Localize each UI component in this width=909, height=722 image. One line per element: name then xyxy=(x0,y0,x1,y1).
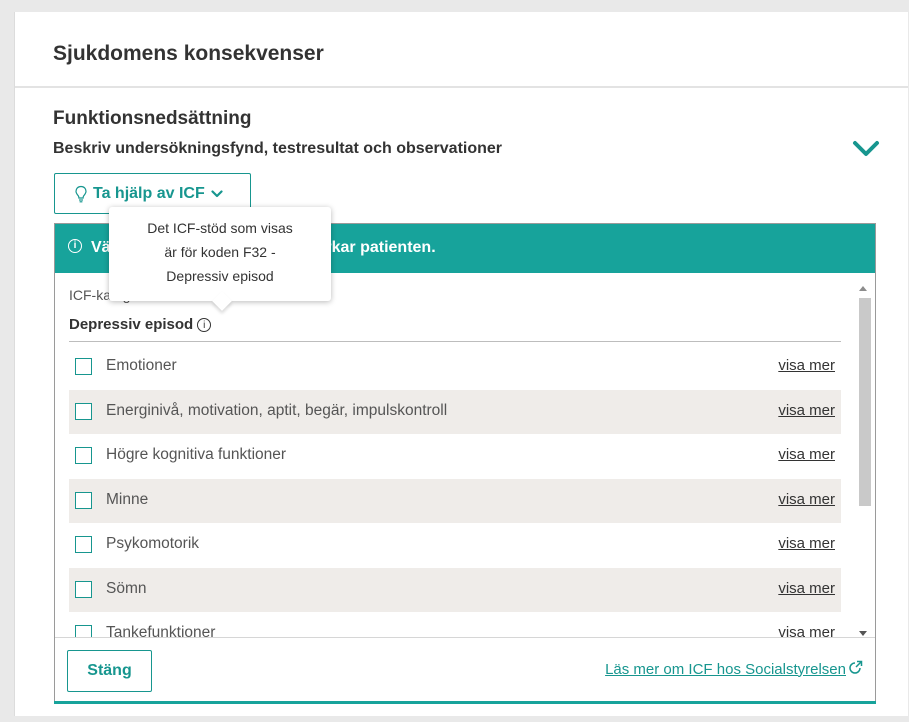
panel-accent-bar xyxy=(54,701,876,704)
category-name: Depressiv episod xyxy=(69,316,194,333)
tooltip-line: är för koden F32 - xyxy=(164,244,276,260)
list-item: Tankefunktioner visa mer xyxy=(69,612,841,637)
show-more-link[interactable]: visa mer xyxy=(778,535,835,552)
scroll-down-icon[interactable] xyxy=(859,631,867,636)
checkbox[interactable] xyxy=(75,625,92,637)
list-item: Minne visa mer xyxy=(69,478,841,523)
list-item: Emotioner visa mer xyxy=(69,345,841,390)
chevron-down-icon[interactable] xyxy=(851,136,881,160)
checkbox[interactable] xyxy=(75,491,92,509)
list-item-label: Tankefunktioner xyxy=(106,624,216,637)
show-more-link[interactable]: visa mer xyxy=(778,491,835,508)
show-more-link[interactable]: visa mer xyxy=(778,446,835,463)
category-heading: Depressiv episod i xyxy=(69,316,212,333)
list-item-label: Energinivå, motivation, aptit, begär, im… xyxy=(106,401,448,419)
section-subtitle: Funktionsnedsättning xyxy=(53,108,252,129)
list-item: Högre kognitiva funktioner visa mer xyxy=(69,434,841,479)
external-link-label: Läs mer om ICF hos Socialstyrelsen xyxy=(605,660,846,678)
section-header: Sjukdomens konsekvenser xyxy=(15,12,908,88)
tooltip-line: Depressiv episod xyxy=(166,268,274,284)
checkbox[interactable] xyxy=(75,447,92,464)
show-more-link[interactable]: visa mer xyxy=(778,624,835,637)
lightbulb-icon xyxy=(75,185,87,203)
external-link-icon xyxy=(849,660,863,678)
page-frame: Sjukdomens konsekvenser Funktionsnedsätt… xyxy=(14,12,908,716)
scroll-thumb[interactable] xyxy=(859,298,871,506)
category-scroll-area[interactable]: ICF-kategorier för: Depressiv episod i E… xyxy=(55,273,875,637)
divider xyxy=(69,341,841,342)
panel-footer: Stäng Läs mer om ICF hos Socialstyrelsen xyxy=(55,637,875,701)
checkbox[interactable] xyxy=(75,358,92,375)
list-item: Sömn visa mer xyxy=(69,567,841,612)
tooltip-line: Det ICF-stöd som visas xyxy=(147,220,293,236)
scroll-up-icon[interactable] xyxy=(859,286,867,291)
external-link[interactable]: Läs mer om ICF hos Socialstyrelsen xyxy=(605,660,863,678)
show-more-link[interactable]: visa mer xyxy=(778,580,835,597)
list-item-label: Emotioner xyxy=(106,357,177,374)
show-more-link[interactable]: visa mer xyxy=(778,402,835,419)
list-item-label: Sömn xyxy=(106,579,147,597)
checkbox[interactable] xyxy=(75,402,92,420)
info-icon[interactable]: i xyxy=(197,317,212,332)
scrollbar[interactable] xyxy=(856,286,872,636)
close-button[interactable]: Stäng xyxy=(67,650,152,692)
banner-text-start: Vä xyxy=(91,239,111,256)
info-icon: i xyxy=(68,239,82,253)
section-description: Beskriv undersökningsfynd, testresultat … xyxy=(53,140,503,157)
icf-help-label: Ta hjälp av ICF xyxy=(93,184,205,202)
list-item: Energinivå, motivation, aptit, begär, im… xyxy=(69,389,841,434)
tooltip: Det ICF-stöd som visas är för koden F32 … xyxy=(109,207,331,311)
list-item-label: Psykomotorik xyxy=(106,535,200,552)
chevron-down-icon xyxy=(211,189,223,199)
checkbox[interactable] xyxy=(75,580,92,598)
category-list: Emotioner visa mer Energinivå, motivatio… xyxy=(69,345,841,637)
page-title: Sjukdomens konsekvenser xyxy=(53,42,324,65)
checkbox[interactable] xyxy=(75,536,92,553)
list-item: Psykomotorik visa mer xyxy=(69,523,841,568)
show-more-link[interactable]: visa mer xyxy=(778,357,835,374)
list-item-label: Högre kognitiva funktioner xyxy=(106,446,287,463)
list-item-label: Minne xyxy=(106,490,149,508)
